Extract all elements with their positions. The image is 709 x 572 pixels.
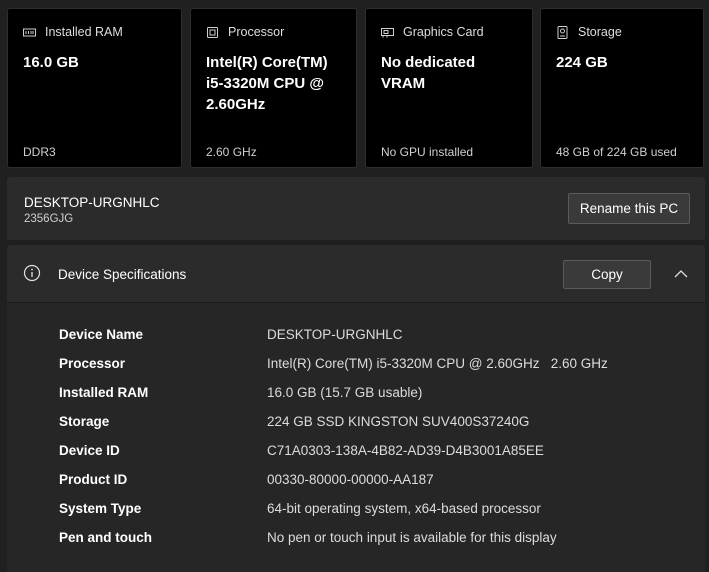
device-specifications-body: Device Name DESKTOP-URGNHLC Processor In… xyxy=(7,303,705,572)
spec-row-system-type: System Type 64-bit operating system, x64… xyxy=(59,501,699,521)
about-page: Installed RAM 16.0 GB DDR3 Processor Int… xyxy=(0,0,709,572)
tile-value: 224 GB xyxy=(556,54,608,71)
pc-name-card: DESKTOP-URGNHLC 2356GJG Rename this PC xyxy=(7,177,705,240)
rename-pc-button[interactable]: Rename this PC xyxy=(568,193,690,224)
spec-value: 00330-80000-00000-AA187 xyxy=(267,472,434,487)
processor-icon xyxy=(206,26,219,39)
tile-installed-ram: Installed RAM 16.0 GB DDR3 xyxy=(7,8,182,168)
spec-value: 64-bit operating system, x64-based proce… xyxy=(267,501,541,516)
spec-key: Device ID xyxy=(59,443,120,458)
tile-footer: 2.60 GHz xyxy=(206,145,257,159)
tile-value: 16.0 GB xyxy=(23,54,79,71)
device-specifications-title: Device Specifications xyxy=(58,267,187,282)
info-icon xyxy=(23,264,41,282)
pc-name: DESKTOP-URGNHLC xyxy=(24,195,160,210)
storage-icon xyxy=(556,25,569,39)
chevron-up-icon[interactable] xyxy=(674,266,688,278)
tile-label: Installed RAM xyxy=(45,25,123,39)
spec-value: No pen or touch input is available for t… xyxy=(267,530,557,545)
spec-value: C71A0303-138A-4B82-AD39-D4B3001A85EE xyxy=(267,443,544,458)
tile-graphics-card: Graphics Card No dedicated VRAM No GPU i… xyxy=(365,8,533,168)
copy-button[interactable]: Copy xyxy=(563,260,651,289)
spec-row-processor: Processor Intel(R) Core(TM) i5-3320M CPU… xyxy=(59,356,699,376)
spec-key: Product ID xyxy=(59,472,128,487)
spec-row-storage: Storage 224 GB SSD KINGSTON SUV400S37240… xyxy=(59,414,699,434)
spec-value: Intel(R) Core(TM) i5-3320M CPU @ 2.60GHz… xyxy=(267,356,608,371)
spec-value: 224 GB SSD KINGSTON SUV400S37240G xyxy=(267,414,530,429)
spec-key: System Type xyxy=(59,501,142,516)
tile-footer: DDR3 xyxy=(23,145,56,159)
spec-row-installed-ram: Installed RAM 16.0 GB (15.7 GB usable) xyxy=(59,385,699,405)
spec-key: Storage xyxy=(59,414,110,429)
spec-row-product-id: Product ID 00330-80000-00000-AA187 xyxy=(59,472,699,492)
spec-value: 16.0 GB (15.7 GB usable) xyxy=(267,385,423,400)
device-specifications-header[interactable]: Device Specifications Copy xyxy=(7,245,705,303)
tile-label: Graphics Card xyxy=(403,25,484,39)
tile-footer: 48 GB of 224 GB used xyxy=(556,145,677,159)
spec-key: Pen and touch xyxy=(59,530,153,545)
tile-label: Processor xyxy=(228,25,285,39)
tile-label: Storage xyxy=(578,25,622,39)
summary-tiles: Installed RAM 16.0 GB DDR3 Processor Int… xyxy=(7,8,704,170)
spec-key: Device Name xyxy=(59,327,144,342)
spec-row-device-id: Device ID C71A0303-138A-4B82-AD39-D4B300… xyxy=(59,443,699,463)
spec-row-device-name: Device Name DESKTOP-URGNHLC xyxy=(59,327,699,347)
spec-value: DESKTOP-URGNHLC xyxy=(267,327,403,342)
tile-footer: No GPU installed xyxy=(381,145,474,159)
spec-row-pen-and-touch: Pen and touch No pen or touch input is a… xyxy=(59,530,699,550)
tile-storage: Storage 224 GB 48 GB of 224 GB used xyxy=(540,8,704,168)
tile-processor: Processor Intel(R) Core(TM) i5-3320M CPU… xyxy=(190,8,357,168)
graphics-card-icon xyxy=(381,26,394,39)
spec-key: Installed RAM xyxy=(59,385,149,400)
device-specifications-panel: Device Specifications Copy Device Name D… xyxy=(7,245,705,572)
spec-key: Processor xyxy=(59,356,126,371)
tile-value: Intel(R) Core(TM) i5-3320M CPU @ 2.60GHz xyxy=(206,54,328,113)
pc-model: 2356GJG xyxy=(24,213,74,225)
tile-value: No dedicated VRAM xyxy=(381,54,476,92)
ram-icon xyxy=(23,26,36,39)
